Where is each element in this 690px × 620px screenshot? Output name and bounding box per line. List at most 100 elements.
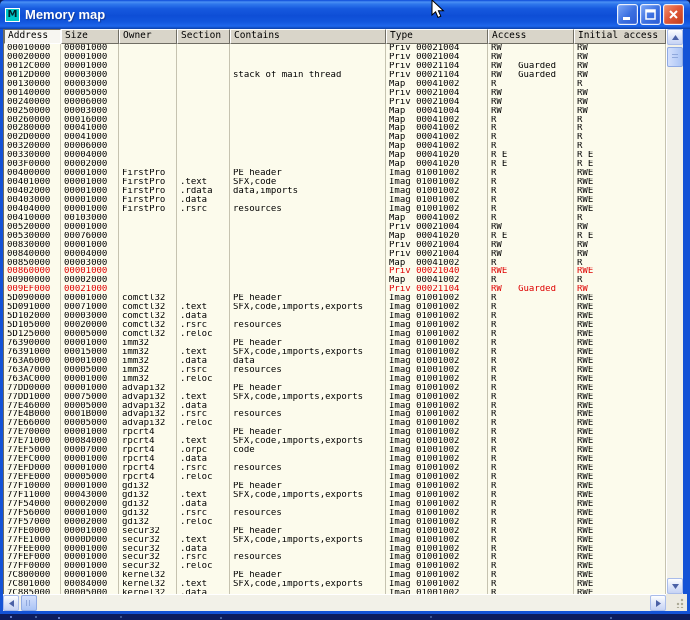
table-row[interactable]: 77FF000000001000secur32.relocImag 010010… <box>4 562 666 571</box>
table-row[interactable]: 77E4B0000001B000advapi32.rsrcresourcesIm… <box>4 410 666 419</box>
table-row[interactable]: 0040100000001000FirstPro.textSFX,codeIma… <box>4 178 666 187</box>
column-header-access[interactable]: Access <box>488 29 574 44</box>
table-row[interactable]: 77E4600000005000advapi32.dataImag 010010… <box>4 402 666 411</box>
table-row[interactable]: 0002000000001000Priv 00021004RWRW <box>4 53 666 62</box>
cell-address: 00530000 <box>4 232 61 241</box>
table-row[interactable]: 0001000000001000Priv 00021004RWRW <box>4 44 666 53</box>
minimize-button[interactable] <box>617 4 638 25</box>
table-row[interactable]: 763AC00000001000imm32.relocImag 01001002… <box>4 375 666 384</box>
scroll-down-button[interactable] <box>667 578 683 594</box>
table-row[interactable]: 77EFE00000005000rpcrt4.relocImag 0100100… <box>4 473 666 482</box>
table-row[interactable]: 7C80000000001000kernel32PE headerImag 01… <box>4 571 666 580</box>
table-row[interactable]: 5D10200000003000comctl32.dataImag 010010… <box>4 312 666 321</box>
table-row[interactable]: 77EFC00000001000rpcrt4.dataImag 01001002… <box>4 455 666 464</box>
table-row[interactable]: 77EF500000007000rpcrt4.orpccodeImag 0100… <box>4 446 666 455</box>
table-row[interactable]: 77FE000000001000secur32PE headerImag 010… <box>4 527 666 536</box>
column-header-contains[interactable]: Contains <box>230 29 386 44</box>
cell-address: 763AC000 <box>4 375 61 384</box>
vertical-scrollbar[interactable] <box>666 29 683 594</box>
table-row[interactable]: 77F1000000001000gdi32PE headerImag 01001… <box>4 482 666 491</box>
scroll-up-button[interactable] <box>667 29 683 45</box>
table-row[interactable]: 77DD100000075000advapi32.textSFX,code,im… <box>4 393 666 402</box>
table-row[interactable]: 763A600000001000imm32.datadataImag 01001… <box>4 357 666 366</box>
table-row[interactable]: 0013000000003000Map 00041002RR <box>4 80 666 89</box>
cell-access: R E <box>488 232 574 241</box>
column-header-type[interactable]: Type <box>386 29 488 44</box>
table-row[interactable]: 77E7000000001000rpcrt4PE headerImag 0100… <box>4 428 666 437</box>
table-row[interactable]: 0041000000103000Map 00041002RR <box>4 214 666 223</box>
cell-contains: PE header <box>230 294 386 303</box>
table-row[interactable]: 0025000000003000Map 00041004RWRW <box>4 107 666 116</box>
table-row[interactable]: 0085000000003000Map 00041002RR <box>4 259 666 268</box>
table-row[interactable]: 77FE10000000D000secur32.textSFX,code,imp… <box>4 536 666 545</box>
table-row[interactable]: 7639000000001000imm32PE headerImag 01001… <box>4 339 666 348</box>
vertical-scroll-track[interactable] <box>667 67 683 578</box>
table-row[interactable]: 0040400000001000FirstPro.rsrcresourcesIm… <box>4 205 666 214</box>
column-header-section[interactable]: Section <box>177 29 230 44</box>
resize-grip[interactable] <box>666 594 687 611</box>
vertical-scroll-thumb[interactable] <box>667 47 683 67</box>
table-row[interactable]: 0012C00000001000Priv 00021104RW GuardedR… <box>4 62 666 71</box>
table-row[interactable]: 0086000000001000Priv 00021040RWERWE <box>4 267 666 276</box>
table-row[interactable]: 0033000000004000Map 00041020R ER E <box>4 151 666 160</box>
column-header-size[interactable]: Size <box>61 29 119 44</box>
cell-initial-access: RW <box>574 62 666 71</box>
table-row[interactable]: 0040000000001000FirstProPE headerImag 01… <box>4 169 666 178</box>
scroll-left-button[interactable] <box>3 595 19 611</box>
table-row[interactable]: 0012D00000003000stack of main threadPriv… <box>4 71 666 80</box>
horizontal-scroll-track[interactable] <box>37 595 650 611</box>
table-row[interactable]: 0032000000006000Map 00041002RR <box>4 142 666 151</box>
table-row[interactable]: 7C80100000084000kernel32.textSFX,code,im… <box>4 580 666 589</box>
cell-owner <box>119 259 177 268</box>
cell-address: 00130000 <box>4 80 61 89</box>
table-row[interactable]: 77F5600000001000gdi32.rsrcresourcesImag … <box>4 509 666 518</box>
table-row[interactable]: 5D12500000005000comctl32.relocImag 01001… <box>4 330 666 339</box>
memory-map-icon[interactable]: M <box>5 8 20 22</box>
maximize-button[interactable] <box>640 4 661 25</box>
table-row[interactable]: 0014000000005000Priv 00021004RWRW <box>4 89 666 98</box>
cell-initial-access: RWE <box>574 187 666 196</box>
column-header-owner[interactable]: Owner <box>119 29 177 44</box>
table-row[interactable]: 0028000000041000Map 00041002RR <box>4 124 666 133</box>
table-row[interactable]: 77F5700000002000gdi32.relocImag 01001002… <box>4 518 666 527</box>
table-row[interactable]: 0026000000016000Map 00041002RR <box>4 116 666 125</box>
table-row[interactable]: 009EF00000021000Priv 00021104RW GuardedR… <box>4 285 666 294</box>
table-row[interactable]: 77F5400000002000gdi32.dataImag 01001002R… <box>4 500 666 509</box>
table-row[interactable]: 77E7100000084000rpcrt4.textSFX,code,impo… <box>4 437 666 446</box>
table-row[interactable]: 77FEE00000001000secur32.dataImag 0100100… <box>4 545 666 554</box>
cell-initial-access: R <box>574 214 666 223</box>
column-header-address[interactable]: Address <box>4 29 61 44</box>
table-row[interactable]: 0040300000001000FirstPro.dataImag 010010… <box>4 196 666 205</box>
table-row[interactable]: 77E6600000005000advapi32.relocImag 01001… <box>4 419 666 428</box>
column-header-initial-access[interactable]: Initial access <box>574 29 666 44</box>
table-row[interactable]: 0024000000006000Priv 00021004RWRW <box>4 98 666 107</box>
scroll-right-button[interactable] <box>650 595 666 611</box>
close-button[interactable] <box>663 4 684 25</box>
horizontal-scroll-thumb[interactable] <box>21 595 37 611</box>
horizontal-scrollbar[interactable] <box>3 594 666 611</box>
table-row[interactable]: 0053000000076000Map 00041020R ER E <box>4 232 666 241</box>
table-row[interactable]: 763A700000005000imm32.rsrcresourcesImag … <box>4 366 666 375</box>
cell-access: R <box>488 410 574 419</box>
cell-section: .rsrc <box>177 205 230 214</box>
table-row[interactable]: 0040200000001000FirstPro.rdatadata,impor… <box>4 187 666 196</box>
table-row[interactable]: 5D09100000071000comctl32.textSFX,code,im… <box>4 303 666 312</box>
table-row[interactable]: 77EFD00000001000rpcrt4.rsrcresourcesImag… <box>4 464 666 473</box>
title-bar[interactable]: M Memory map <box>0 0 690 29</box>
table-row[interactable]: 77DD000000001000advapi32PE headerImag 01… <box>4 384 666 393</box>
cell-initial-access: RWE <box>574 312 666 321</box>
cell-section: .rsrc <box>177 366 230 375</box>
cell-contains: PE header <box>230 169 386 178</box>
table-row[interactable]: 0090000000002000Map 00041002RR <box>4 276 666 285</box>
table-row[interactable]: 77FEF00000001000secur32.rsrcresourcesIma… <box>4 553 666 562</box>
table-row[interactable]: 003F000000002000Map 00041020R ER E <box>4 160 666 169</box>
table-row[interactable]: 0052000000001000Priv 00021004RWRW <box>4 223 666 232</box>
table-row[interactable]: 0084000000004000Priv 00021004RWRW <box>4 250 666 259</box>
table-row[interactable]: 0083000000001000Priv 00021004RWRW <box>4 241 666 250</box>
table-row[interactable]: 7639100000015000imm32.textSFX,code,impor… <box>4 348 666 357</box>
cell-size: 00001000 <box>61 553 119 562</box>
table-row[interactable]: 77F1100000043000gdi32.textSFX,code,impor… <box>4 491 666 500</box>
table-row[interactable]: 5D10500000020000comctl32.rsrcresourcesIm… <box>4 321 666 330</box>
table-row[interactable]: 002D000000041000Map 00041002RR <box>4 133 666 142</box>
table-row[interactable]: 5D09000000001000comctl32PE headerImag 01… <box>4 294 666 303</box>
